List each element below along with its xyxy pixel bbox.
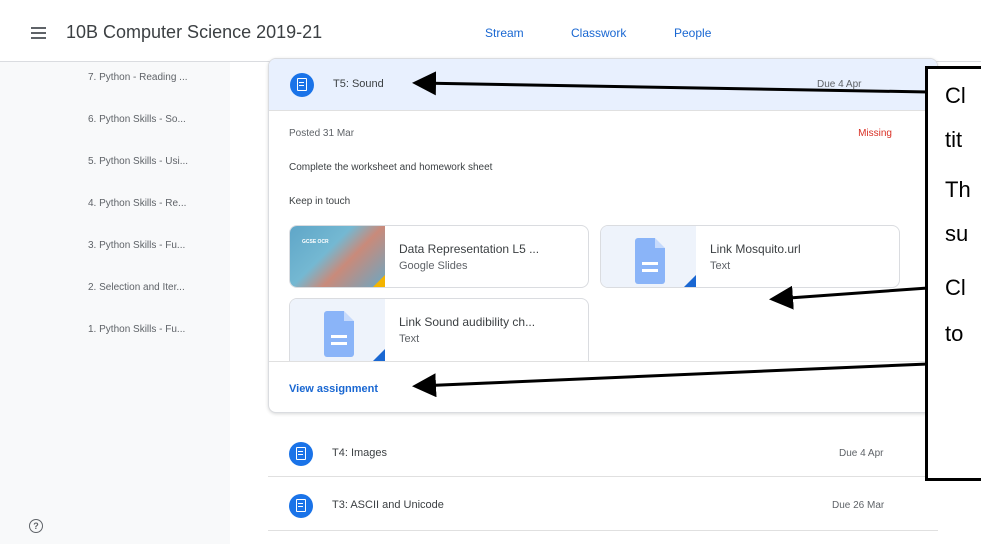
arrow-to-attachments xyxy=(769,285,929,310)
callout-line-1: Cl xyxy=(945,83,966,108)
callout-line-6: to xyxy=(945,321,964,346)
callout-line-3: Th xyxy=(945,177,971,202)
tutorial-callout: Cl tit Th su Cl to xyxy=(925,66,981,481)
annotation-arrows xyxy=(412,71,929,398)
arrow-to-title xyxy=(412,71,929,96)
callout-line-2: tit xyxy=(945,127,963,152)
callout-line-4: su xyxy=(945,221,969,246)
callout-line-5: Cl xyxy=(945,275,966,300)
arrow-to-view-link xyxy=(412,362,929,398)
